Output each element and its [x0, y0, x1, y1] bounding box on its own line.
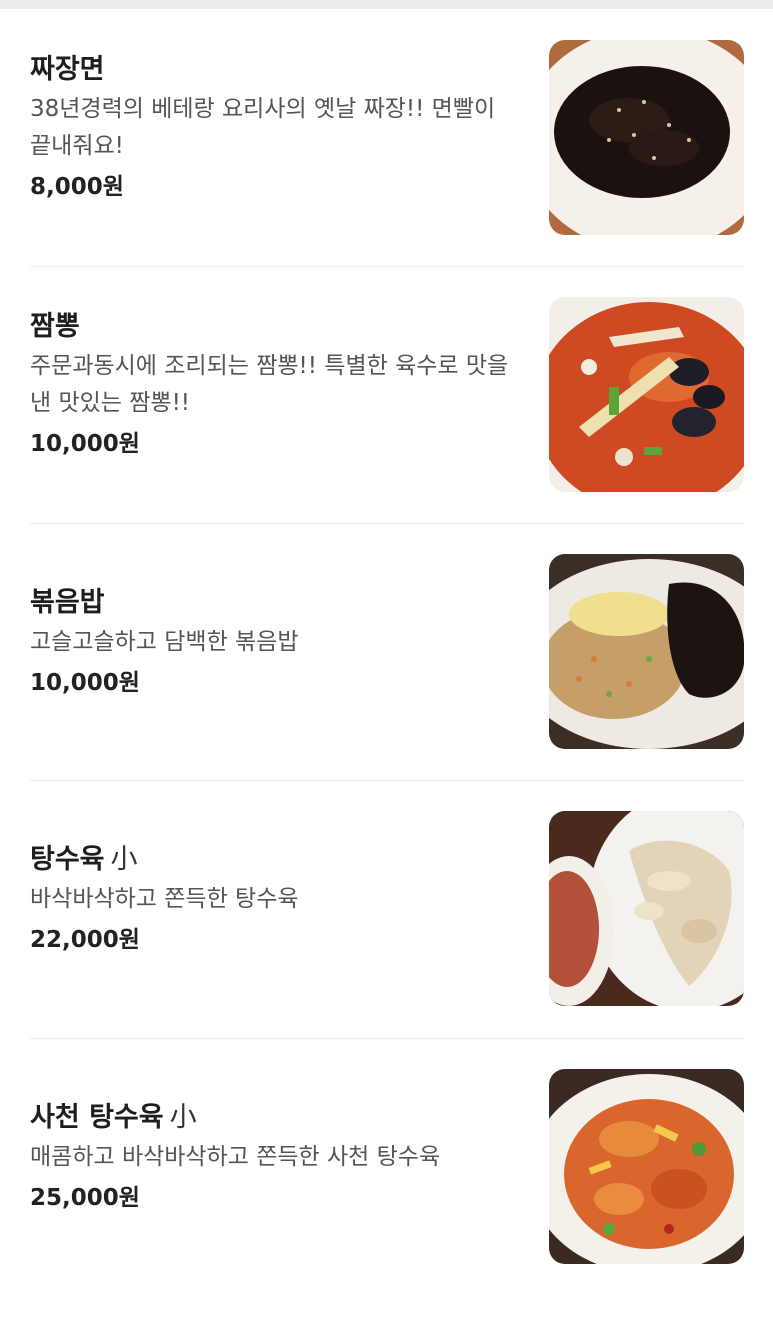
menu-item-name: 짬뽕: [30, 311, 80, 342]
menu-item-title: 볶음밥: [30, 586, 520, 620]
menu-item-size: 小: [169, 1102, 197, 1133]
jjamppong-photo[interactable]: [549, 297, 744, 492]
sichuan-tangsuyuk-photo[interactable]: [549, 1069, 744, 1264]
menu-item-name: 짜장면: [30, 54, 105, 85]
menu-item-fried-rice[interactable]: 볶음밥 고슬고슬하고 담백한 볶음밥 10,000원: [30, 554, 744, 811]
menu-item-description: 주문과동시에 조리되는 짬뽕!! 특별한 육수로 맛을낸 맛있는 짬뽕!!: [30, 353, 509, 416]
menu-item-info: 짬뽕 주문과동시에 조리되는 짬뽕!! 특별한 육수로 맛을낸 맛있는 짬뽕!!…: [30, 310, 520, 461]
menu-item-price: 22,000원: [30, 927, 140, 953]
menu-item-description: 고슬고슬하고 담백한 볶음밥: [30, 629, 299, 655]
menu-item-description: 바삭바삭하고 쫀득한 탕수육: [30, 886, 299, 912]
menu-item-name: 사천 탕수육: [30, 1102, 164, 1133]
divider: [30, 523, 744, 524]
menu-item-price: 8,000원: [30, 174, 124, 200]
menu-item-tangsuyuk[interactable]: 탕수육 小 바삭바삭하고 쫀득한 탕수육 22,000원: [30, 811, 744, 1068]
jjajangmyeon-photo[interactable]: [549, 40, 744, 235]
top-bar: [0, 0, 773, 9]
menu-item-jjamppong[interactable]: 짬뽕 주문과동시에 조리되는 짬뽕!! 특별한 육수로 맛을낸 맛있는 짬뽕!!…: [30, 297, 744, 554]
menu-item-title: 짜장면: [30, 53, 520, 87]
divider: [30, 780, 744, 781]
menu-item-name: 탕수육: [30, 844, 105, 875]
menu-item-title: 탕수육 小: [30, 843, 520, 877]
tangsuyuk-photo[interactable]: [549, 811, 744, 1006]
menu-item-info: 볶음밥 고슬고슬하고 담백한 볶음밥 10,000원: [30, 586, 520, 700]
menu-item-info: 탕수육 小 바삭바삭하고 쫀득한 탕수육 22,000원: [30, 843, 520, 957]
divider: [30, 266, 744, 267]
menu-item-title: 사천 탕수육 小: [30, 1101, 520, 1135]
menu-item-jjajangmyeon[interactable]: 짜장면 38년경력의 베테랑 요리사의 옛날 짜장!! 면빨이 끝내줘요! 8,…: [30, 40, 744, 297]
menu-item-description: 38년경력의 베테랑 요리사의 옛날 짜장!! 면빨이 끝내줘요!: [30, 96, 496, 159]
menu-item-price: 10,000원: [30, 670, 140, 696]
menu-item-name: 볶음밥: [30, 587, 105, 618]
menu-item-price: 10,000원: [30, 431, 140, 457]
menu-item-size: 小: [110, 844, 138, 875]
menu-item-sichuan-tangsuyuk[interactable]: 사천 탕수육 小 매콤하고 바삭바삭하고 쫀득한 사천 탕수육 25,000원: [30, 1069, 744, 1326]
menu-item-info: 짜장면 38년경력의 베테랑 요리사의 옛날 짜장!! 면빨이 끝내줘요! 8,…: [30, 53, 520, 204]
menu-item-title: 짬뽕: [30, 310, 520, 344]
menu-item-info: 사천 탕수육 小 매콤하고 바삭바삭하고 쫀득한 사천 탕수육 25,000원: [30, 1101, 520, 1215]
menu-item-price: 25,000원: [30, 1185, 140, 1211]
divider: [30, 1038, 744, 1039]
fried-rice-photo[interactable]: [549, 554, 744, 749]
menu-item-description: 매콤하고 바삭바삭하고 쫀득한 사천 탕수육: [30, 1144, 441, 1170]
